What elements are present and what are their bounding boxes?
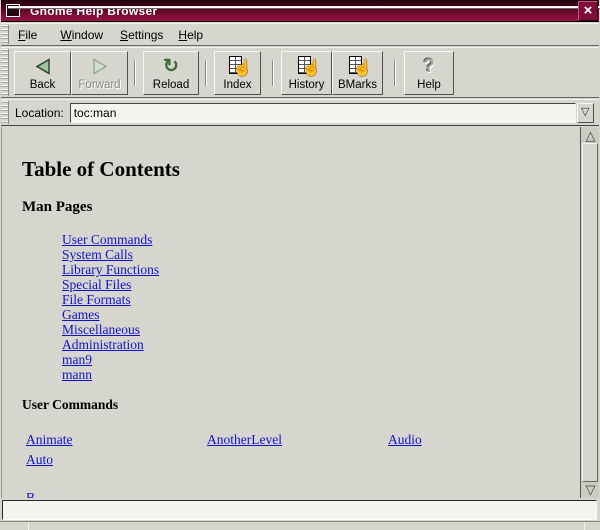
toolbar-drag-handle[interactable]: [1, 49, 9, 96]
menu-bar: File Window Settings Help: [1, 23, 599, 46]
history-button[interactable]: ☝ History: [281, 51, 332, 95]
help-button[interactable]: ? Help: [404, 51, 454, 95]
menu-file[interactable]: File: [15, 26, 40, 44]
toolbar-separator: [205, 60, 207, 86]
scroll-up-icon[interactable]: △: [582, 128, 599, 143]
menubar-drag-handle[interactable]: [1, 25, 9, 44]
window-menu-icon[interactable]: [6, 4, 20, 17]
page-title: Table of Contents: [22, 157, 580, 182]
scrollbar-thumb[interactable]: [582, 143, 598, 482]
toc-link-miscellaneous[interactable]: Miscellaneous: [62, 322, 140, 337]
cmd-link-anotherlevel[interactable]: AnotherLevel: [207, 432, 282, 448]
location-dropdown-icon[interactable]: ▽: [577, 103, 594, 123]
help-document: Table of Contents Man Pages User Command…: [2, 127, 580, 498]
command-link-row: Auto: [2, 451, 580, 470]
status-bar: [2, 500, 597, 520]
toc-link-administration[interactable]: Administration: [62, 337, 144, 352]
gnome-help-browser-window: Gnome Help Browser × File Window Setting…: [0, 0, 600, 530]
content-viewport: Table of Contents Man Pages User Command…: [1, 127, 599, 498]
frame-notch: [28, 522, 29, 530]
bookmarks-hand-icon: ☝: [347, 55, 369, 79]
toolbar-separator: [394, 60, 396, 86]
forward-button[interactable]: Forward: [71, 51, 128, 95]
reload-button[interactable]: ↻ Reload: [143, 51, 199, 95]
toc-link-file-formats[interactable]: File Formats: [62, 292, 131, 307]
toolbar: Back Forward ↻ Reload ☝ Index: [1, 47, 599, 98]
question-mark-icon: ?: [423, 55, 435, 79]
toc-link-library-functions[interactable]: Library Functions: [62, 262, 159, 277]
partial-clipped-link[interactable]: B: [26, 490, 35, 498]
bookmarks-button[interactable]: ☝ BMarks: [332, 51, 383, 95]
location-bar: Location: ▽: [1, 99, 599, 126]
location-label: Location:: [15, 106, 64, 120]
index-button[interactable]: ☝ Index: [214, 51, 261, 95]
location-input[interactable]: [70, 103, 576, 123]
back-button[interactable]: Back: [14, 51, 71, 95]
cmd-link-audio[interactable]: Audio: [388, 432, 422, 448]
toc-link-list: User Commands System Calls Library Funct…: [62, 232, 580, 382]
title-bar[interactable]: Gnome Help Browser ×: [1, 0, 599, 22]
toolbar-separator: [272, 60, 274, 86]
forward-arrow-icon: [90, 55, 110, 79]
command-link-row: Animate AnotherLevel Audio: [2, 432, 580, 451]
toc-link-mann[interactable]: mann: [62, 367, 92, 382]
scroll-down-icon[interactable]: ▽: [582, 482, 599, 497]
frame-notch: [584, 522, 585, 530]
reload-icon: ↻: [163, 55, 179, 79]
window-frame-bottom: [0, 521, 600, 530]
history-hand-icon: ☝: [296, 55, 318, 79]
menu-settings[interactable]: Settings: [117, 26, 166, 44]
toolbar-separator: [134, 60, 136, 86]
toc-link-user-commands[interactable]: User Commands: [62, 232, 152, 247]
toc-link-man9[interactable]: man9: [62, 352, 92, 367]
subsection-heading: User Commands: [22, 397, 580, 413]
cmd-link-auto[interactable]: Auto: [26, 452, 53, 467]
toc-link-special-files[interactable]: Special Files: [62, 277, 131, 292]
toc-link-games[interactable]: Games: [62, 307, 100, 322]
index-hand-icon: ☝: [227, 55, 249, 79]
vertical-scrollbar[interactable]: △ ▽: [580, 127, 599, 498]
close-icon[interactable]: ×: [578, 1, 598, 21]
menu-window[interactable]: Window: [57, 26, 106, 44]
back-arrow-icon: [33, 55, 53, 79]
cmd-link-animate[interactable]: Animate: [26, 432, 73, 448]
menu-help[interactable]: Help: [175, 26, 206, 44]
toc-link-system-calls[interactable]: System Calls: [62, 247, 133, 262]
locationbar-drag-handle[interactable]: [1, 101, 9, 124]
section-heading: Man Pages: [22, 199, 580, 216]
